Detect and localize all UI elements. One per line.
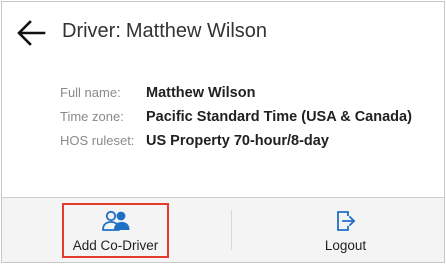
detail-label: Time zone: [60, 109, 124, 124]
logout-label: Logout [324, 238, 367, 253]
detail-value: US Property 70-hour/8-day [146, 133, 329, 149]
add-co-driver-label: Add Co-Driver [72, 238, 159, 253]
arrow-left-icon [17, 20, 46, 46]
detail-row-full-name: Full name: Matthew Wilson [60, 85, 412, 109]
driver-details: Full name: Matthew Wilson Time zone: Pac… [60, 85, 412, 157]
logout-icon [336, 208, 356, 232]
detail-label: Full name: [60, 85, 121, 100]
page-title: Driver: Matthew Wilson [62, 20, 267, 43]
detail-label: HOS ruleset: [60, 133, 135, 148]
title-prefix: Driver: [62, 20, 121, 42]
detail-row-time-zone: Time zone: Pacific Standard Time (USA & … [60, 109, 412, 133]
detail-row-hos-ruleset: HOS ruleset: US Property 70-hour/8-day [60, 133, 412, 157]
add-co-driver-button[interactable]: Add Co-Driver [62, 203, 169, 258]
header: Driver: Matthew Wilson [2, 2, 444, 64]
driver-panel: Driver: Matthew Wilson Full name: Matthew… [1, 1, 445, 263]
logout-button[interactable]: Logout [292, 203, 399, 258]
back-button[interactable] [14, 18, 48, 48]
divider [231, 210, 232, 250]
add-users-icon [101, 208, 131, 232]
driver-name: Matthew Wilson [125, 20, 268, 42]
detail-value: Matthew Wilson [146, 85, 256, 101]
action-bar: Add Co-Driver Logout [2, 197, 444, 262]
detail-value: Pacific Standard Time (USA & Canada) [146, 109, 412, 125]
